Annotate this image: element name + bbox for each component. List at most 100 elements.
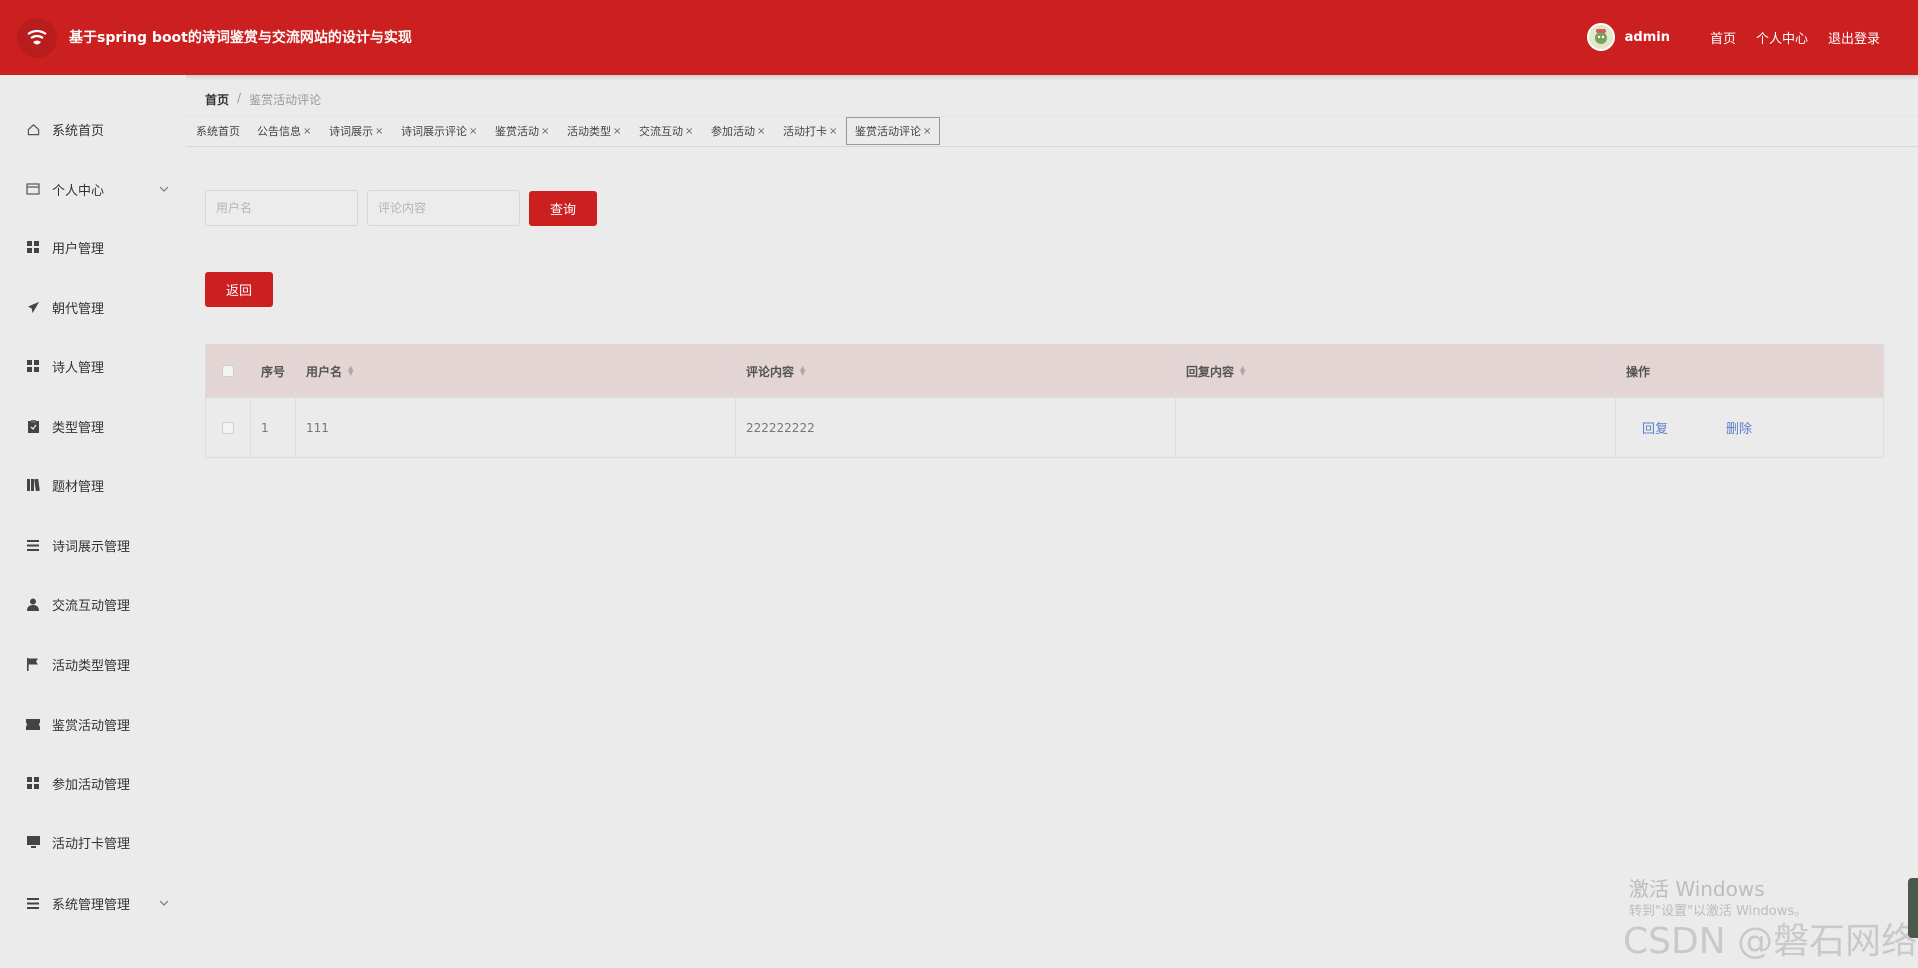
tab-join-activities[interactable]: 参加活动 × (711, 117, 765, 145)
sidebar-item-poets[interactable]: 诗人管理 (0, 346, 186, 386)
sidebar-item-label: 活动打卡管理 (52, 836, 131, 852)
sidebar-item-poetry-display[interactable]: 诗词展示管理 (0, 525, 186, 565)
windows-activation-title: 激活 Windows (1629, 877, 1765, 901)
row-checkbox[interactable] (222, 421, 234, 434)
column-header-label: 评论内容 (746, 364, 795, 379)
close-icon[interactable]: × (685, 126, 693, 137)
sidebar-item-label: 用户管理 (52, 241, 105, 257)
tab-checkin[interactable]: 活动打卡 × (783, 117, 837, 145)
sidebar-item-appreciation-activities[interactable]: 鉴赏活动管理 (0, 704, 186, 744)
column-header-actions: 操作 (1616, 345, 1883, 397)
sidebar-item-label: 题材管理 (52, 479, 105, 495)
header-link-home[interactable]: 首页 (1710, 28, 1736, 47)
tab-poetry-display-comments[interactable]: 诗词展示评论 × (401, 117, 477, 145)
sidebar-item-system[interactable]: 系统管理管理 (0, 883, 186, 923)
cell-index: 1 (251, 398, 296, 457)
row-checkbox-cell (206, 398, 251, 457)
avatar[interactable] (1586, 23, 1615, 51)
query-button[interactable]: 查询 (529, 191, 597, 226)
column-header-username[interactable]: 用户名 ▲ ▼ (296, 345, 736, 397)
breadcrumb: 首页 / 鉴赏活动评论 (205, 91, 321, 108)
tab-appreciation-activities[interactable]: 鉴赏活动 × (495, 117, 549, 145)
chevron-down-icon (158, 183, 170, 195)
close-icon[interactable]: × (757, 126, 765, 137)
sidebar-item-checkin[interactable]: 活动打卡管理 (0, 822, 186, 862)
comment-content-search-input[interactable] (367, 190, 520, 226)
column-header-label: 用户名 (306, 364, 343, 379)
reply-link[interactable]: 回复 (1642, 418, 1668, 437)
column-header-comment[interactable]: 评论内容 ▲ ▼ (736, 345, 1176, 397)
header-user-area: admin 首页 个人中心 退出登录 (1586, 22, 1880, 52)
table-row: 1 111 222222222 回复 删除 (206, 398, 1883, 457)
grid-icon (26, 776, 40, 790)
tab-interaction[interactable]: 交流互动 × (639, 117, 693, 145)
close-icon[interactable]: × (829, 126, 837, 137)
tab-label: 活动类型 (567, 125, 611, 138)
tabs-bar: 系统首页 公告信息 × 诗词展示 × 诗词展示评论 × 鉴赏活动 × 活动类型 × 交流互… (186, 116, 1918, 147)
site-logo-icon (17, 18, 57, 58)
sidebar-item-users[interactable]: 用户管理 (0, 227, 186, 267)
sidebar-item-label: 鉴赏活动管理 (52, 718, 131, 734)
grid-icon (26, 359, 40, 373)
column-header-label: 回复内容 (1186, 364, 1235, 379)
tab-activity-types[interactable]: 活动类型 × (567, 117, 621, 145)
sort-icon[interactable]: ▲ ▼ (348, 365, 353, 377)
cell-value: 111 (306, 420, 329, 435)
header-link-profile[interactable]: 个人中心 (1756, 28, 1808, 47)
app-title: 基于spring boot的诗词鉴赏与交流网站的设计与实现 (69, 30, 412, 46)
tab-label: 系统首页 (196, 125, 240, 138)
tab-appreciation-comments[interactable]: 鉴赏活动评论 × (846, 117, 941, 145)
tab-announcements[interactable]: 公告信息 × (257, 117, 311, 145)
tab-poetry-display[interactable]: 诗词展示 × (329, 117, 383, 145)
user-icon (26, 597, 40, 611)
paper-plane-icon (26, 300, 40, 314)
username-search-input[interactable] (205, 190, 358, 226)
close-icon[interactable]: × (469, 126, 477, 137)
close-icon[interactable]: × (923, 126, 931, 137)
close-icon[interactable]: × (541, 126, 549, 137)
chevron-down-icon (158, 897, 170, 909)
sidebar-item-label: 参加活动管理 (52, 777, 131, 793)
sort-icon[interactable]: ▲ ▼ (1240, 365, 1245, 377)
header-link-logout[interactable]: 退出登录 (1828, 28, 1880, 47)
admin-username: admin (1624, 29, 1670, 45)
tab-label: 公告信息 (257, 125, 301, 138)
select-all-checkbox[interactable] (222, 365, 234, 377)
cell-actions: 回复 删除 (1616, 398, 1883, 457)
sidebar-item-activity-types[interactable]: 活动类型管理 (0, 644, 186, 684)
sidebar-item-label: 个人中心 (52, 183, 105, 199)
csdn-watermark: CSDN @磐石网络 (1623, 921, 1918, 962)
sidebar-item-themes[interactable]: 题材管理 (0, 465, 186, 505)
column-header-index: 序号 (251, 345, 296, 397)
sidebar-item-label: 诗词展示管理 (52, 539, 131, 555)
tab-dashboard[interactable]: 系统首页 (196, 117, 240, 145)
sidebar-item-join-activities[interactable]: 参加活动管理 (0, 763, 186, 803)
sidebar-item-label: 朝代管理 (52, 301, 105, 317)
grid-icon (26, 240, 40, 254)
sidebar-item-label: 交流互动管理 (52, 598, 131, 614)
sort-icon[interactable]: ▲ ▼ (800, 365, 805, 377)
sidebar-item-interaction[interactable]: 交流互动管理 (0, 584, 186, 624)
sidebar-item-dashboard[interactable]: 系统首页 (0, 109, 186, 149)
back-button[interactable]: 返回 (205, 272, 273, 307)
cell-comment: 222222222 (736, 398, 1176, 457)
sidebar-item-types[interactable]: 类型管理 (0, 406, 186, 446)
breadcrumb-separator: / (237, 91, 242, 105)
column-header-label: 操作 (1626, 364, 1651, 379)
cell-value: 222222222 (746, 420, 815, 435)
sidebar-item-label: 系统管理管理 (52, 897, 131, 913)
breadcrumb-home[interactable]: 首页 (205, 91, 229, 108)
tab-label: 鉴赏活动评论 (855, 125, 921, 138)
sidebar-item-profile[interactable]: 个人中心 (0, 169, 186, 209)
list-icon (26, 538, 40, 552)
cell-value: 1 (261, 420, 269, 435)
table-header: 序号 用户名 ▲ ▼ 评论内容 ▲ ▼ 回复内容 ▲ ▼ 操作 (206, 345, 1883, 398)
sidebar-item-dynasty[interactable]: 朝代管理 (0, 287, 186, 327)
side-scroll-handle[interactable] (1908, 878, 1918, 938)
tab-label: 活动打卡 (783, 125, 827, 138)
close-icon[interactable]: × (375, 126, 383, 137)
column-header-reply[interactable]: 回复内容 ▲ ▼ (1176, 345, 1616, 397)
close-icon[interactable]: × (303, 126, 311, 137)
delete-link[interactable]: 删除 (1726, 418, 1752, 437)
close-icon[interactable]: × (613, 126, 621, 137)
